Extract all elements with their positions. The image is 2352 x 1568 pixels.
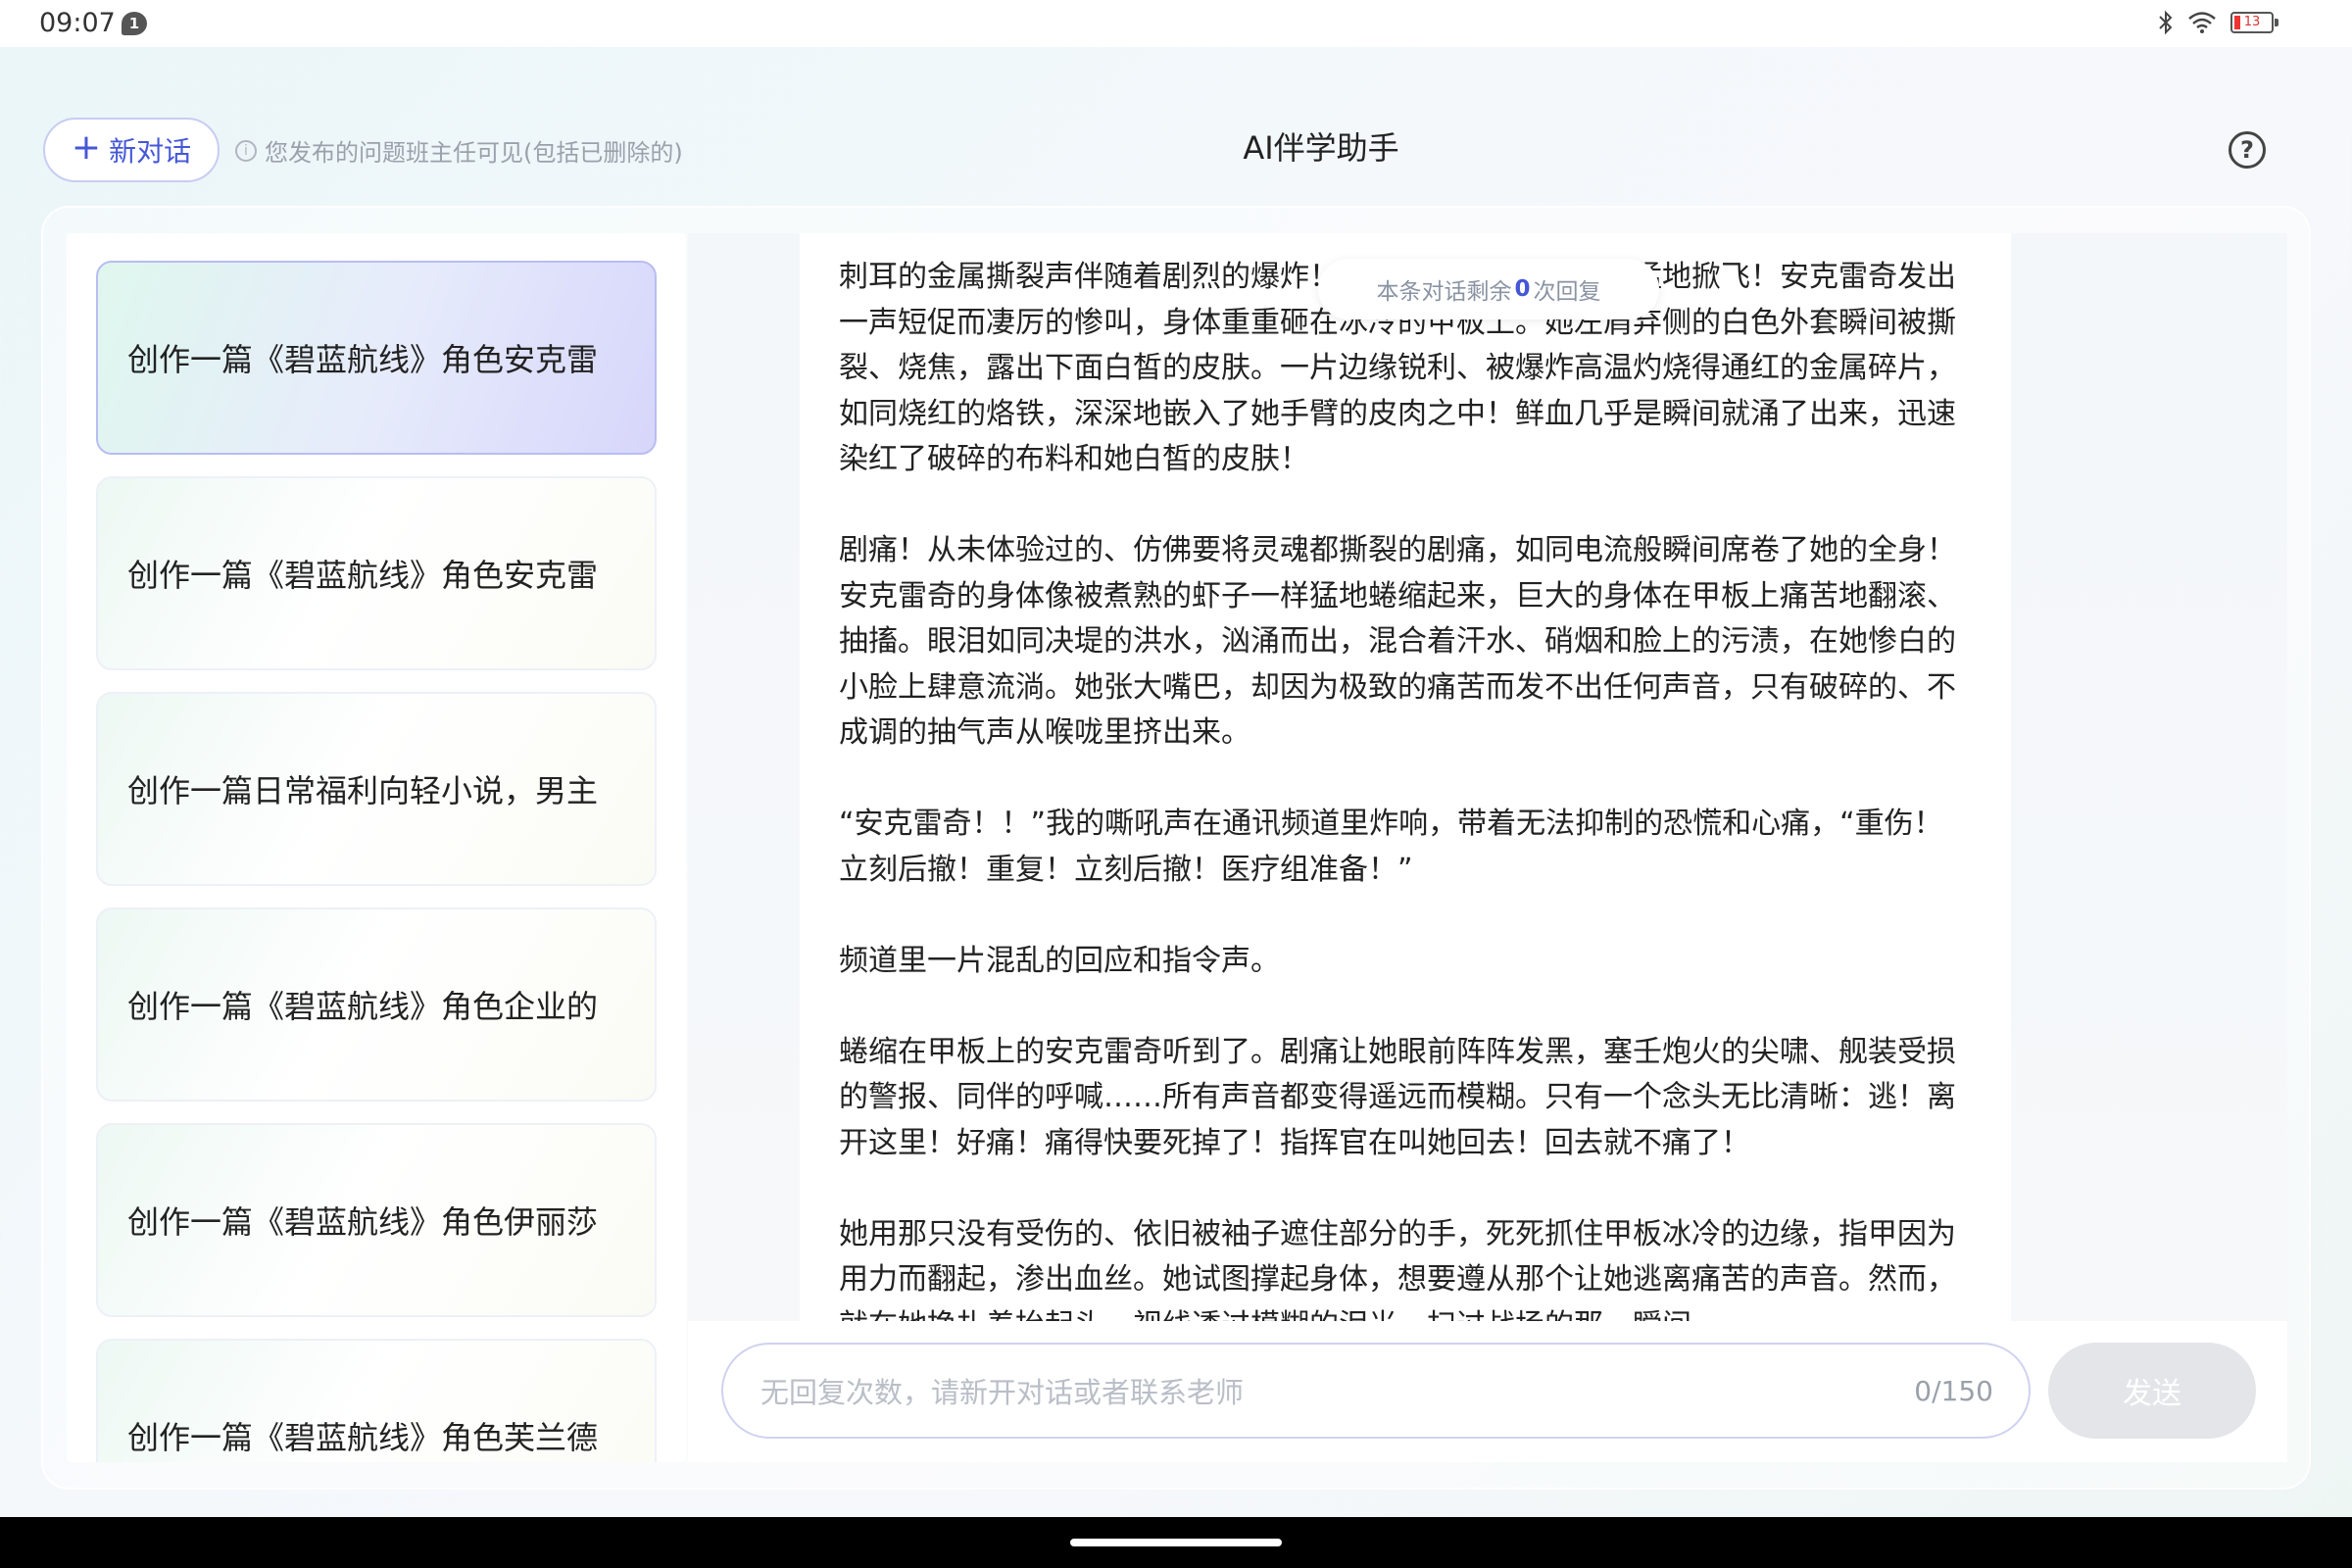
conversation-item[interactable]: 创作一篇《碧蓝航线》角色芙兰德 — [96, 1339, 657, 1462]
notification-badge-icon: 1 — [122, 12, 147, 35]
message-paragraph: 剧痛！从未体验过的、仿佛要将灵魂都撕裂的剧痛，如同电流般瞬间席卷了她的全身！安克… — [839, 533, 1956, 750]
conversation-sidebar: 创作一篇《碧蓝航线》角色安克雷 创作一篇《碧蓝航线》角色安克雷 创作一篇日常福利… — [67, 233, 686, 1462]
send-button[interactable]: 发送 — [2048, 1343, 2256, 1439]
remaining-prefix: 本条对话剩余 — [1376, 279, 1512, 305]
input-placeholder: 无回复次数，请新开对话或者联系老师 — [760, 1376, 1245, 1409]
character-counter: 0/150 — [1914, 1374, 1993, 1407]
status-icons: 13 — [2158, 10, 2278, 35]
plus-icon: + — [71, 127, 102, 168]
battery-icon: 13 — [2230, 12, 2278, 33]
chat-area: 刺耳的金属撕裂声伴随着剧烈的爆炸！安克雷奇的身影被气浪猛地掀飞！安克雷奇发出一声… — [688, 233, 2287, 1462]
wifi-icon — [2188, 12, 2216, 33]
conversation-item[interactable]: 创作一篇《碧蓝航线》角色安克雷 — [96, 261, 657, 455]
conversation-item[interactable]: 创作一篇《碧蓝航线》角色安克雷 — [96, 476, 657, 670]
help-icon[interactable]: ? — [2229, 131, 2266, 169]
conversation-title: 创作一篇《碧蓝航线》角色伊丽莎 — [127, 1203, 599, 1241]
conversation-item[interactable]: 创作一篇《碧蓝航线》角色企业的 — [96, 907, 657, 1102]
message-paragraph: 蜷缩在甲板上的安克雷奇听到了。剧痛让她眼前阵阵发黑，塞壬炮火的尖啸、舰装受损的警… — [839, 1034, 1956, 1160]
message-paragraph: 频道里一片混乱的回应和指令声。 — [839, 943, 1280, 978]
remaining-count: 0 — [1514, 276, 1531, 302]
message-paragraph: “安克雷奇！！”我的嘶吼声在通讯频道里炸响，带着无法抑制的恐慌和心痛，“重伤！立… — [839, 807, 1943, 887]
page-title: AI伴学助手 — [1243, 129, 1399, 167]
home-indicator[interactable] — [1070, 1539, 1282, 1546]
message-paragraph: 她用那只没有受伤的、依旧被袖子遮住部分的手，死死抓住甲板冰冷的边缘，指甲因为用力… — [839, 1216, 1956, 1322]
conversation-title: 创作一篇《碧蓝航线》角色安克雷 — [127, 341, 599, 378]
conversation-title: 创作一篇日常福利向轻小说，男主 — [127, 772, 599, 809]
input-bar: 无回复次数，请新开对话或者联系老师 0/150 发送 — [688, 1321, 2287, 1462]
message-input[interactable]: 无回复次数，请新开对话或者联系老师 0/150 — [721, 1343, 2031, 1439]
conversation-list: 创作一篇《碧蓝航线》角色安克雷 创作一篇《碧蓝航线》角色安克雷 创作一篇日常福利… — [96, 261, 657, 1462]
navigation-bar — [0, 1517, 2352, 1568]
conversation-item[interactable]: 创作一篇《碧蓝航线》角色伊丽莎 — [96, 1123, 657, 1317]
status-bar: 09:07 1 13 — [0, 0, 2352, 47]
conversation-title: 创作一篇《碧蓝航线》角色芙兰德 — [127, 1419, 599, 1456]
remaining-suffix: 次回复 — [1533, 279, 1601, 305]
bluetooth-icon — [2159, 10, 2173, 35]
ai-message: 刺耳的金属撕裂声伴随着剧烈的爆炸！安克雷奇的身影被气浪猛地掀飞！安克雷奇发出一声… — [800, 233, 2011, 1321]
conversation-item[interactable]: 创作一篇日常福利向轻小说，男主 — [96, 692, 657, 886]
status-time: 09:07 — [39, 8, 116, 38]
remaining-replies-badge: 本条对话剩余 0 次回复 — [1318, 259, 1659, 319]
conversation-title: 创作一篇《碧蓝航线》角色企业的 — [127, 988, 599, 1025]
conversation-title: 创作一篇《碧蓝航线》角色安克雷 — [127, 557, 599, 594]
